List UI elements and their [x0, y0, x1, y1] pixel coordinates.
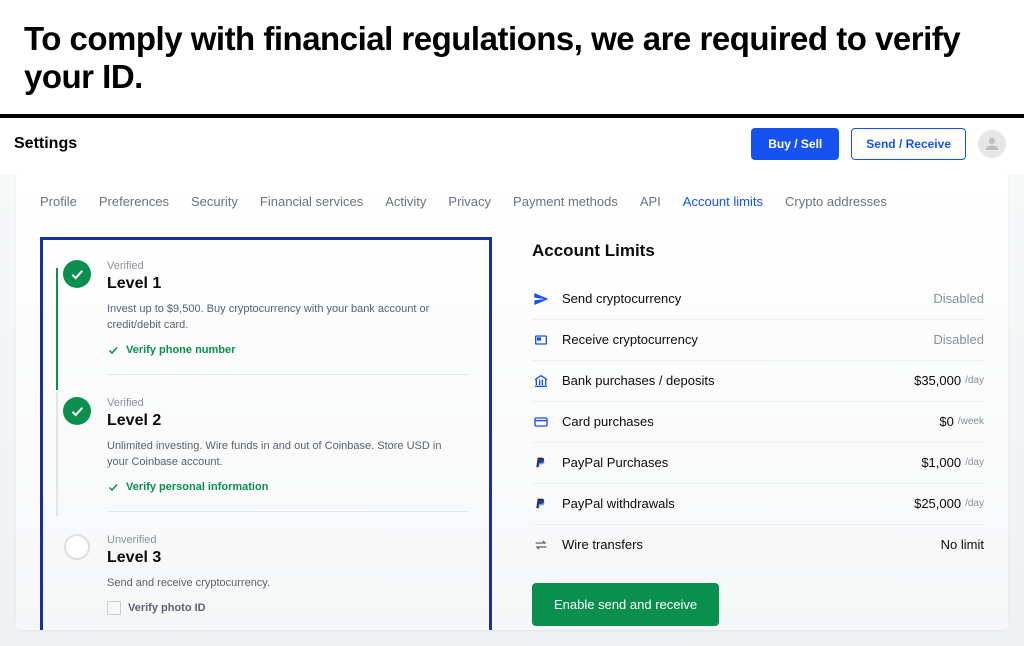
tab-api[interactable]: API [640, 194, 661, 209]
level-2-body: Verified Level 2 Unlimited investing. Wi… [107, 397, 469, 534]
limit-wire-value: No limit [941, 537, 984, 552]
card: Profile Preferences Security Financial s… [16, 174, 1008, 630]
limit-wire: Wire transfers No limit [532, 525, 984, 565]
check-icon [107, 481, 119, 493]
level-1-icon-col [63, 260, 91, 397]
limit-receive: Receive cryptocurrency Disabled [532, 320, 984, 361]
check-icon [63, 260, 91, 288]
tab-account-limits[interactable]: Account limits [683, 194, 763, 209]
limit-paypal-withdrawals: PayPal withdrawals $25,000 /day [532, 484, 984, 525]
workspace: Profile Preferences Security Financial s… [0, 174, 1024, 646]
limit-send-value: Disabled [933, 291, 984, 306]
connector-2 [56, 392, 58, 516]
content: Verified Level 1 Invest up to $9,500. Bu… [16, 223, 1008, 630]
tab-payment-methods[interactable]: Payment methods [513, 194, 618, 209]
limit-paypal-p-unit: /day [965, 457, 984, 468]
check-icon [63, 397, 91, 425]
tab-activity[interactable]: Activity [385, 194, 426, 209]
bank-icon [532, 372, 550, 390]
topbar-actions: Buy / Sell Send / Receive [751, 128, 1006, 160]
limit-paypal-w-label: PayPal withdrawals [562, 496, 914, 511]
level-3-row: Unverified Level 3 Send and receive cryp… [63, 534, 469, 616]
enable-send-receive-button[interactable]: Enable send and receive [532, 583, 719, 626]
level-3-status: Unverified [107, 534, 469, 546]
limit-card-value: $0 [939, 414, 953, 429]
limit-paypal-p-value: $1,000 [921, 455, 961, 470]
tab-privacy[interactable]: Privacy [448, 194, 491, 209]
send-receive-button[interactable]: Send / Receive [851, 128, 966, 160]
verify-photo-label: Verify photo ID [128, 602, 206, 614]
check-icon [107, 344, 119, 356]
user-icon [983, 135, 1001, 153]
tab-security[interactable]: Security [191, 194, 238, 209]
paypal-icon [532, 495, 550, 513]
level-3-body: Unverified Level 3 Send and receive cryp… [107, 534, 469, 616]
level-3-title: Level 3 [107, 549, 469, 567]
limit-bank: Bank purchases / deposits $35,000 /day [532, 361, 984, 402]
level-2-status: Verified [107, 397, 469, 409]
buy-sell-button[interactable]: Buy / Sell [751, 128, 839, 160]
limit-paypal-w-value: $25,000 [914, 496, 961, 511]
limit-receive-label: Receive cryptocurrency [562, 332, 933, 347]
banner-heading: To comply with financial regulations, we… [24, 20, 1000, 96]
level-3-desc: Send and receive cryptocurrency. [107, 575, 447, 592]
tab-financial-services[interactable]: Financial services [260, 194, 363, 209]
limit-bank-label: Bank purchases / deposits [562, 373, 914, 388]
limit-send: Send cryptocurrency Disabled [532, 279, 984, 320]
connector-1 [56, 268, 58, 390]
limit-card-unit: /week [958, 416, 984, 427]
page-title: Settings [14, 135, 77, 153]
left-column: Verified Level 1 Invest up to $9,500. Bu… [40, 237, 492, 630]
limit-card-label: Card purchases [562, 414, 939, 429]
level-1-body: Verified Level 1 Invest up to $9,500. Bu… [107, 260, 469, 397]
limit-bank-unit: /day [965, 375, 984, 386]
tab-profile[interactable]: Profile [40, 194, 77, 209]
level-1-title: Level 1 [107, 275, 469, 293]
limit-send-label: Send cryptocurrency [562, 291, 933, 306]
empty-circle-icon [64, 534, 90, 560]
level-1-status: Verified [107, 260, 469, 272]
level-2-icon-col [63, 397, 91, 534]
tab-crypto-addresses[interactable]: Crypto addresses [785, 194, 887, 209]
tab-preferences[interactable]: Preferences [99, 194, 169, 209]
banner: To comply with financial regulations, we… [0, 0, 1024, 114]
tabs: Profile Preferences Security Financial s… [16, 174, 1008, 223]
level-3-icon-col [63, 534, 91, 616]
limit-card: Card purchases $0 /week [532, 402, 984, 443]
level-2-title: Level 2 [107, 412, 469, 430]
level-1-desc: Invest up to $9,500. Buy cryptocurrency … [107, 301, 447, 334]
limits-title: Account Limits [532, 237, 984, 261]
verify-phone: Verify phone number [107, 344, 469, 356]
verify-phone-label: Verify phone number [126, 344, 235, 356]
limit-receive-value: Disabled [933, 332, 984, 347]
limit-paypal-w-unit: /day [965, 498, 984, 509]
levels-box: Verified Level 1 Invest up to $9,500. Bu… [40, 237, 492, 630]
level-2-row: Verified Level 2 Unlimited investing. Wi… [63, 397, 469, 534]
level-1-row: Verified Level 1 Invest up to $9,500. Bu… [63, 260, 469, 397]
limit-paypal-purchases: PayPal Purchases $1,000 /day [532, 443, 984, 484]
topbar: Settings Buy / Sell Send / Receive [0, 118, 1024, 174]
verify-personal-info: Verify personal information [107, 481, 469, 493]
limit-bank-value: $35,000 [914, 373, 961, 388]
level-2-desc: Unlimited investing. Wire funds in and o… [107, 438, 447, 471]
send-icon [532, 290, 550, 308]
avatar[interactable] [978, 130, 1006, 158]
verify-personal-label: Verify personal information [126, 481, 268, 493]
right-column: Account Limits Send cryptocurrency Disab… [522, 237, 984, 630]
limit-paypal-p-label: PayPal Purchases [562, 455, 921, 470]
receive-icon [532, 331, 550, 349]
verify-photo-id[interactable]: Verify photo ID [107, 601, 469, 615]
card-icon [532, 413, 550, 431]
limit-wire-label: Wire transfers [562, 537, 941, 552]
checkbox-icon[interactable] [107, 601, 121, 615]
transfer-icon [532, 536, 550, 554]
paypal-icon [532, 454, 550, 472]
